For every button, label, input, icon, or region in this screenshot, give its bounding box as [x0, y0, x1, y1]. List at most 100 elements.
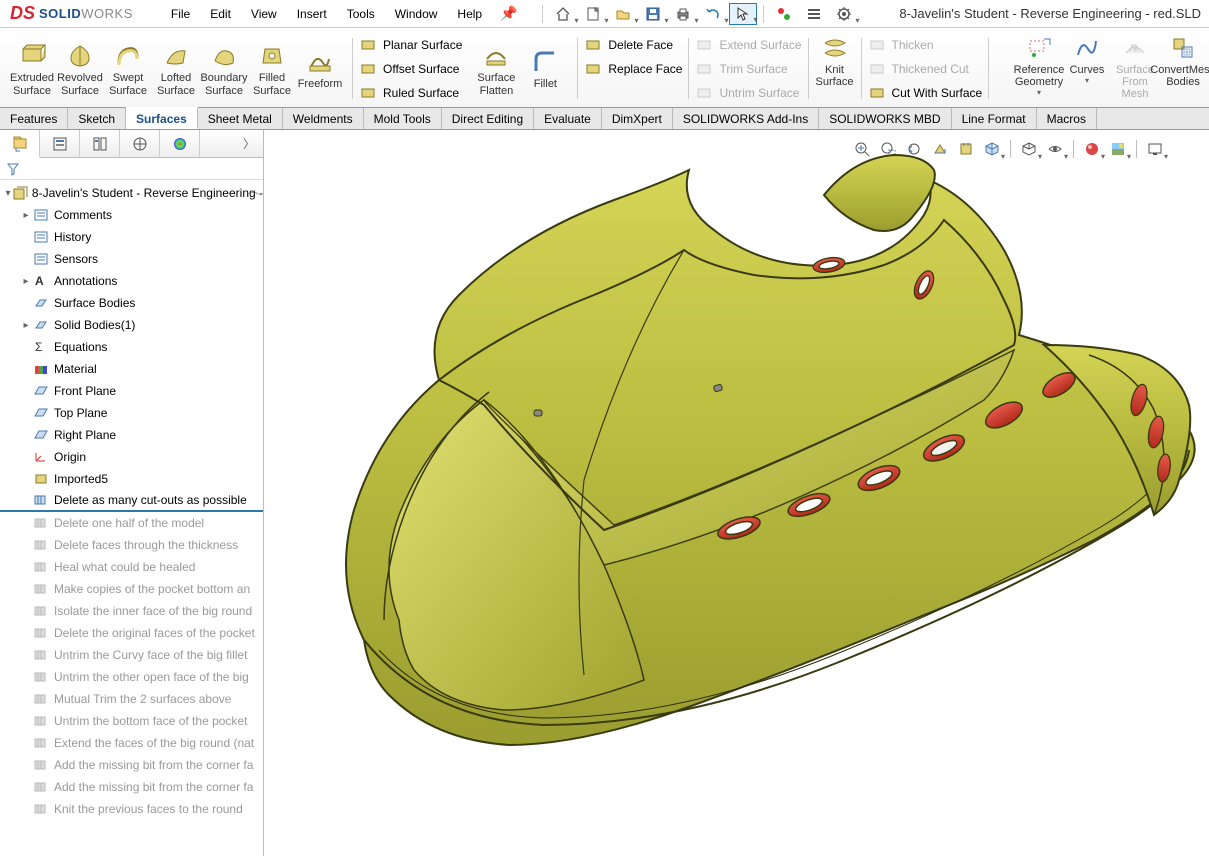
delete-face-button[interactable]: Delete Face	[580, 34, 686, 56]
open-button[interactable]	[609, 3, 637, 25]
extruded-surface-button[interactable]: Extruded Surface	[8, 40, 56, 96]
tree-item[interactable]: Delete faces through the thickness	[0, 534, 263, 556]
tree-item[interactable]: Front Plane	[0, 380, 263, 402]
title-bar: DS SOLIDWORKS FileEditViewInsertToolsWin…	[0, 0, 1209, 28]
rebuild-button[interactable]	[770, 3, 798, 25]
tree-item[interactable]: History	[0, 226, 263, 248]
menu-bar: FileEditViewInsertToolsWindowHelp	[163, 4, 490, 24]
tree-item[interactable]: Isolate the inner face of the big round	[0, 600, 263, 622]
tree-item[interactable]: Knit the previous faces to the round	[0, 798, 263, 820]
tab-solidworks-mbd[interactable]: SOLIDWORKS MBD	[819, 108, 951, 129]
tab-macros[interactable]: Macros	[1037, 108, 1097, 129]
graphics-viewport[interactable]	[264, 130, 1209, 856]
menu-file[interactable]: File	[163, 4, 198, 24]
tab-solidworks-add-ins[interactable]: SOLIDWORKS Add-Ins	[673, 108, 819, 129]
tree-item[interactable]: Origin	[0, 446, 263, 468]
display-manager-tab[interactable]	[160, 130, 200, 158]
logo-mark-icon: DS	[10, 3, 35, 24]
new-button[interactable]	[579, 3, 607, 25]
tree-item[interactable]: Top Plane	[0, 402, 263, 424]
tree-item[interactable]: Surface Bodies	[0, 292, 263, 314]
tree-item[interactable]: Delete as many cut-outs as possible	[0, 490, 263, 512]
tab-sheet-metal[interactable]: Sheet Metal	[198, 108, 283, 129]
tree-item[interactable]: Add the missing bit from the corner fa	[0, 754, 263, 776]
ribbon: Extruded SurfaceRevolved SurfaceSwept Su…	[0, 28, 1209, 108]
panel-expand-arrow-icon[interactable]: 〉	[235, 135, 263, 152]
tree-item[interactable]: Right Plane	[0, 424, 263, 446]
feature-tree-tab[interactable]	[0, 130, 40, 158]
tab-dimxpert[interactable]: DimXpert	[602, 108, 673, 129]
svg-text:A: A	[35, 274, 44, 288]
options-button[interactable]	[800, 3, 828, 25]
reference-geometry-button[interactable]: Reference Geometry▾	[1015, 32, 1063, 105]
knit-surface-button[interactable]: Knit Surface	[811, 32, 859, 105]
planar-surface-button[interactable]: Planar Surface	[355, 34, 466, 56]
model-render	[264, 130, 1209, 856]
tree-filter-row[interactable]	[0, 158, 263, 180]
undo-button[interactable]	[699, 3, 727, 25]
swept-surface-button[interactable]: Swept Surface	[104, 40, 152, 96]
tab-direct-editing[interactable]: Direct Editing	[442, 108, 534, 129]
filled-surface-button[interactable]: Filled Surface	[248, 40, 296, 96]
tree-item[interactable]: Mutual Trim the 2 surfaces above	[0, 688, 263, 710]
tree-item[interactable]: Untrim the bottom face of the pocket	[0, 710, 263, 732]
tree-item[interactable]: ▸Comments	[0, 204, 263, 226]
dimxpert-manager-tab[interactable]	[120, 130, 160, 158]
curves-button[interactable]: Curves▾	[1063, 32, 1111, 105]
save-button[interactable]	[639, 3, 667, 25]
workspace: 〉 ︿ ▾8-Javelin's Student - Reverse Engin…	[0, 130, 1209, 856]
logo-text: SOLIDWORKS	[39, 6, 133, 21]
print-button[interactable]	[669, 3, 697, 25]
tree-item[interactable]: Add the missing bit from the corner fa	[0, 776, 263, 798]
command-tabs: FeaturesSketchSurfacesSheet MetalWeldmen…	[0, 108, 1209, 130]
tree-item[interactable]: Untrim the other open face of the big	[0, 666, 263, 688]
freeform-button[interactable]: Freeform	[296, 46, 344, 90]
settings-button[interactable]	[830, 3, 858, 25]
tree-item[interactable]: Imported5	[0, 468, 263, 490]
fillet-button[interactable]: Fillet	[521, 46, 569, 90]
tab-weldments[interactable]: Weldments	[283, 108, 364, 129]
menu-edit[interactable]: Edit	[202, 4, 239, 24]
tree-item[interactable]: Untrim the Curvy face of the big fillet	[0, 644, 263, 666]
tree-item[interactable]: Material	[0, 358, 263, 380]
app-logo: DS SOLIDWORKS	[0, 3, 143, 24]
cut-with-surface-button[interactable]: Cut With Surface	[864, 82, 987, 104]
tree-item[interactable]: ▸AAnnotations	[0, 270, 263, 292]
tree-item[interactable]: Heal what could be healed	[0, 556, 263, 578]
tab-line-format[interactable]: Line Format	[952, 108, 1037, 129]
lofted-surface-button[interactable]: Lofted Surface	[152, 40, 200, 96]
configuration-manager-tab[interactable]	[80, 130, 120, 158]
tree-item[interactable]: Delete one half of the model	[0, 512, 263, 534]
tab-surfaces[interactable]: Surfaces	[126, 107, 198, 129]
select-button[interactable]	[729, 3, 757, 25]
pin-icon[interactable]: 📌	[500, 5, 517, 22]
property-manager-tab[interactable]	[40, 130, 80, 158]
convert-mesh-bodies-button[interactable]: ConvertMesh Bodies	[1159, 32, 1207, 105]
feature-manager-panel: 〉 ︿ ▾8-Javelin's Student - Reverse Engin…	[0, 130, 264, 856]
tab-features[interactable]: Features	[0, 108, 68, 129]
home-button[interactable]	[549, 3, 577, 25]
menu-help[interactable]: Help	[449, 4, 490, 24]
tree-item[interactable]: ▸Solid Bodies(1)	[0, 314, 263, 336]
menu-tools[interactable]: Tools	[339, 4, 383, 24]
tab-evaluate[interactable]: Evaluate	[534, 108, 602, 129]
replace-face-button[interactable]: Replace Face	[580, 58, 686, 80]
menu-insert[interactable]: Insert	[289, 4, 335, 24]
tree-scroll-up-icon[interactable]: ︿	[249, 182, 259, 197]
tree-item[interactable]: Extend the faces of the big round (nat	[0, 732, 263, 754]
menu-window[interactable]: Window	[387, 4, 446, 24]
boundary-surface-button[interactable]: Boundary Surface	[200, 40, 248, 96]
tree-item[interactable]: Sensors	[0, 248, 263, 270]
tree-item[interactable]: ΣEquations	[0, 336, 263, 358]
tree-item[interactable]: Delete the original faces of the pocket	[0, 622, 263, 644]
tree-item[interactable]: Make copies of the pocket bottom an	[0, 578, 263, 600]
ruled-surface-button[interactable]: Ruled Surface	[355, 82, 466, 104]
offset-surface-button[interactable]: Offset Surface	[355, 58, 466, 80]
panel-tab-strip: 〉	[0, 130, 263, 158]
tree-root[interactable]: ▾8-Javelin's Student - Reverse Engineeri…	[0, 182, 263, 204]
menu-view[interactable]: View	[243, 4, 285, 24]
tab-mold-tools[interactable]: Mold Tools	[364, 108, 442, 129]
revolved-surface-button[interactable]: Revolved Surface	[56, 40, 104, 96]
tab-sketch[interactable]: Sketch	[68, 108, 126, 129]
surface-flatten-button[interactable]: Surface Flatten	[472, 40, 520, 96]
